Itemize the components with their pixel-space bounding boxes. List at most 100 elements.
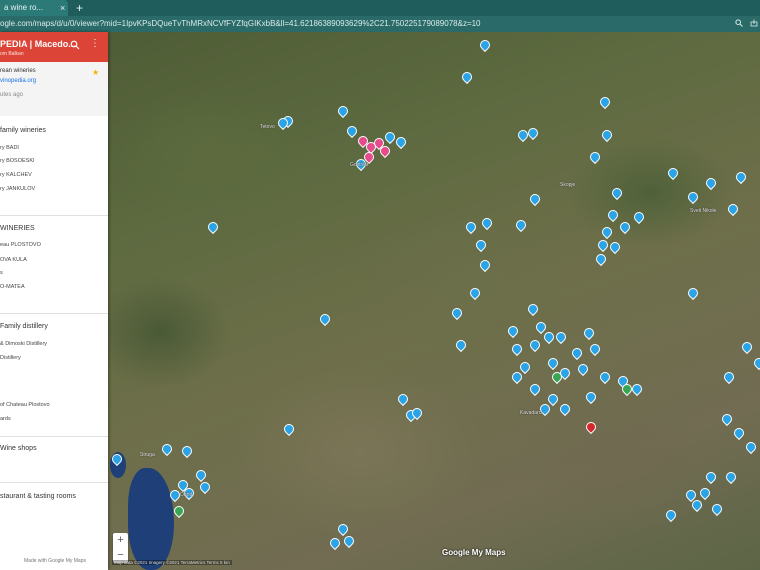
pin-icon[interactable] (590, 344, 598, 354)
pin-icon[interactable] (596, 254, 604, 264)
pin-icon[interactable] (512, 372, 520, 382)
pin-icon[interactable] (398, 394, 406, 404)
pin-icon[interactable] (686, 490, 694, 500)
pin-icon[interactable] (480, 260, 488, 270)
pin-icon[interactable] (508, 326, 516, 336)
layer-item[interactable]: s (0, 270, 3, 276)
pin-icon[interactable] (530, 340, 538, 350)
pin-icon[interactable] (174, 506, 182, 516)
layer-item[interactable]: & Dimoski Distillery (0, 341, 47, 347)
pin-icon[interactable] (536, 322, 544, 332)
pin-icon[interactable] (560, 404, 568, 414)
pin-icon[interactable] (412, 408, 420, 418)
layer-item[interactable]: OVA KULA (0, 257, 27, 263)
pin-icon[interactable] (734, 428, 742, 438)
pin-icon[interactable] (480, 40, 488, 50)
pin-icon[interactable] (358, 136, 366, 146)
pin-icon[interactable] (482, 218, 490, 228)
pin-icon[interactable] (466, 222, 474, 232)
layer-item[interactable]: Distillery (0, 355, 21, 361)
tab-close-icon[interactable]: × (60, 0, 65, 16)
pin-icon[interactable] (552, 372, 560, 382)
map-attribution[interactable]: Map data ©2021 Imagery ©2021 TerraMetric… (112, 560, 232, 565)
pin-icon[interactable] (600, 97, 608, 107)
pin-icon[interactable] (736, 172, 744, 182)
pin-icon[interactable] (600, 372, 608, 382)
pin-icon[interactable] (284, 424, 292, 434)
layer-title[interactable]: Wine shops (0, 445, 37, 452)
pin-icon[interactable] (548, 358, 556, 368)
pin-icon[interactable] (330, 538, 338, 548)
pin-icon[interactable] (396, 137, 404, 147)
pin-icon[interactable] (196, 470, 204, 480)
pin-icon[interactable] (528, 304, 536, 314)
search-icon[interactable] (70, 40, 80, 50)
pin-icon[interactable] (338, 106, 346, 116)
zoom-in-button[interactable]: + (113, 533, 128, 548)
pin-icon[interactable] (712, 504, 720, 514)
pin-icon[interactable] (548, 394, 556, 404)
layer-title[interactable]: Family distillery (0, 323, 48, 330)
pin-icon[interactable] (700, 488, 708, 498)
pin-icon[interactable] (692, 500, 700, 510)
pin-icon[interactable] (578, 364, 586, 374)
search-icon[interactable] (733, 16, 745, 32)
layer-title[interactable]: staurant & tasting rooms (0, 493, 76, 500)
pin-icon[interactable] (608, 210, 616, 220)
url-field[interactable]: ogle.com/maps/d/u/0/viewer?mid=1IpvKPsDQ… (0, 17, 730, 31)
pin-icon[interactable] (742, 342, 750, 352)
layer-title[interactable]: WINERIES (0, 225, 35, 232)
pin-icon[interactable] (278, 118, 286, 128)
pin-icon[interactable] (602, 130, 610, 140)
pin-icon[interactable] (634, 212, 642, 222)
pin-icon[interactable] (728, 204, 736, 214)
pin-icon[interactable] (452, 308, 460, 318)
satellite-map[interactable]: Gostivar Tetovo Kavadarci Struga Ohrid S… (0, 32, 760, 570)
pin-icon[interactable] (584, 328, 592, 338)
pin-icon[interactable] (544, 332, 552, 342)
pin-icon[interactable] (170, 490, 178, 500)
pin-icon[interactable] (512, 344, 520, 354)
layer-item[interactable]: ry KALCHEV (0, 172, 32, 178)
pin-icon[interactable] (528, 128, 536, 138)
layer-item[interactable]: O-MATEA (0, 284, 25, 290)
pin-icon[interactable] (724, 372, 732, 382)
pin-icon[interactable] (602, 227, 610, 237)
pin-icon[interactable] (754, 358, 760, 368)
pin-icon[interactable] (598, 240, 606, 250)
pin-icon[interactable] (722, 414, 730, 424)
pin-icon[interactable] (208, 222, 216, 232)
layer-item[interactable]: of Chateau Plostovo (0, 402, 50, 408)
pin-icon[interactable] (347, 126, 355, 136)
pin-icon[interactable] (380, 146, 388, 156)
pin-icon[interactable] (364, 152, 372, 162)
pin-icon[interactable] (200, 482, 208, 492)
pin-icon[interactable] (688, 192, 696, 202)
pin-icon[interactable] (385, 132, 393, 142)
layer-item[interactable]: ards (0, 416, 11, 422)
pin-icon[interactable] (586, 392, 594, 402)
pin-icon[interactable] (476, 240, 484, 250)
pin-icon[interactable] (338, 524, 346, 534)
pin-icon[interactable] (516, 220, 524, 230)
pin-icon[interactable] (112, 454, 120, 464)
pin-icon[interactable] (632, 384, 640, 394)
pin-icon[interactable] (688, 288, 696, 298)
pin-icon[interactable] (746, 442, 754, 452)
pin-icon[interactable] (530, 194, 538, 204)
pin-icon[interactable] (668, 168, 676, 178)
pin-icon[interactable] (572, 348, 580, 358)
pin-icon[interactable] (162, 444, 170, 454)
pin-icon[interactable] (470, 288, 478, 298)
more-options-icon[interactable]: ⋮ (90, 38, 100, 49)
pin-icon[interactable] (620, 222, 628, 232)
pin-icon[interactable] (726, 472, 734, 482)
layer-item[interactable]: ry BOSOESKI (0, 158, 35, 164)
pin-icon[interactable] (518, 130, 526, 140)
layer-item[interactable]: eau PLOSTOVO (0, 242, 41, 248)
share-icon[interactable] (748, 16, 760, 32)
layer-item[interactable]: ry JANKULOV (0, 186, 35, 192)
star-icon[interactable]: ★ (92, 68, 99, 77)
pin-icon[interactable] (556, 332, 564, 342)
pin-icon[interactable] (610, 242, 618, 252)
